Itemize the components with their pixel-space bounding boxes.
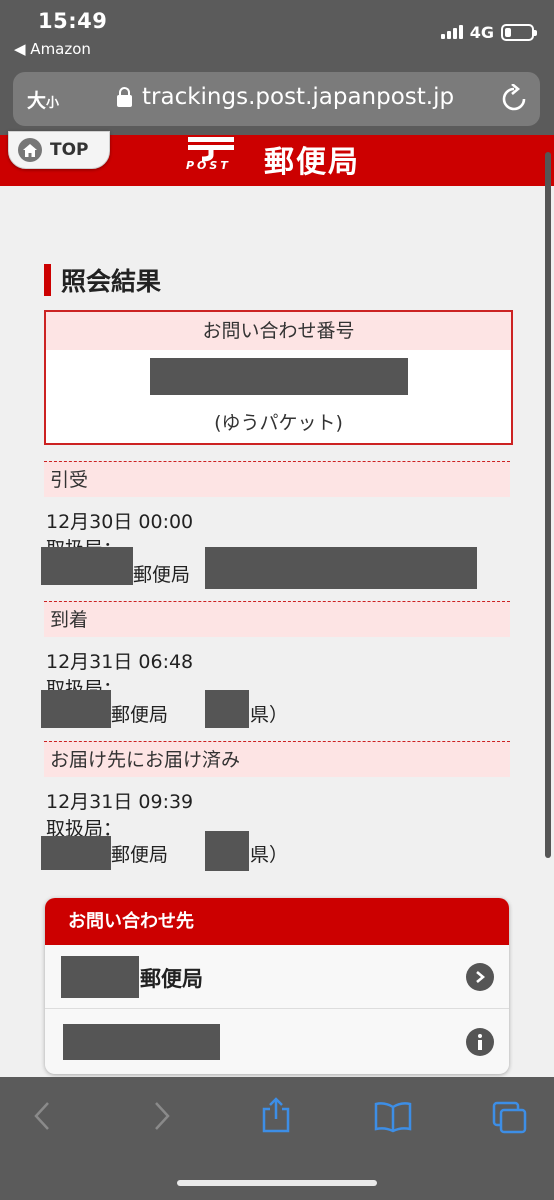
reload-icon[interactable] [500, 84, 528, 114]
service-type: (ゆうパケット) [214, 412, 343, 434]
office-suffix: 郵便局 [111, 844, 169, 866]
tracking-number-redacted [150, 358, 408, 395]
bookmarks-icon[interactable] [374, 1101, 412, 1133]
event-datetime: 12月30日 00:00 [46, 511, 194, 533]
chevron-right-icon[interactable] [466, 963, 494, 991]
network-type: 4G [469, 22, 494, 42]
share-icon[interactable] [260, 1097, 292, 1133]
office-name-redacted [41, 690, 111, 728]
event-datetime: 12月31日 06:48 [46, 651, 194, 673]
logo-text: 郵便局 [264, 145, 360, 180]
office-suffix: 郵便局 [111, 704, 169, 726]
contact-detail-redacted [63, 1024, 220, 1060]
contact-office-name-redacted [61, 956, 139, 998]
event-status-accepted: 引受 [44, 461, 510, 497]
battery-icon [501, 23, 537, 41]
site-header: TOP POST 郵便局 [0, 131, 554, 186]
lock-icon [117, 87, 132, 107]
top-button[interactable]: TOP [8, 131, 110, 169]
contact-office-row[interactable]: 郵便局 [45, 945, 509, 1009]
office-name-redacted [41, 547, 133, 585]
url-display[interactable]: trackings.post.japanpost.jp [117, 84, 454, 110]
office-detail-redacted [205, 547, 477, 589]
signal-icon [440, 25, 463, 39]
contact-heading: お問い合わせ先 [45, 898, 509, 945]
event-datetime: 12月31日 09:39 [46, 791, 194, 813]
forward-icon[interactable] [152, 1101, 172, 1131]
office-name-redacted [41, 836, 111, 870]
prefecture-suffix: 県） [250, 844, 289, 866]
prefecture-redacted [205, 831, 249, 871]
contact-office-suffix: 郵便局 [140, 967, 203, 991]
home-icon [18, 138, 42, 162]
prefecture-redacted [205, 690, 249, 728]
address-bar[interactable]: 大小 trackings.post.japanpost.jp [13, 72, 540, 126]
top-button-label: TOP [50, 140, 89, 160]
text-size-button[interactable]: 大小 [27, 86, 59, 113]
inquiry-number-box: お問い合わせ番号 (ゆうパケット) [44, 310, 513, 445]
page-scrollbar[interactable] [545, 152, 551, 858]
status-time: 15:49 [38, 9, 108, 33]
logo-post-text: POST [186, 159, 231, 172]
office-suffix: 郵便局 [133, 564, 191, 586]
browser-chrome-top: 15:49 ◀ Amazon 4G 大小 trackings.post.japa… [0, 0, 554, 135]
tabs-icon[interactable] [492, 1101, 528, 1135]
event-status-arrived: 到着 [44, 601, 510, 637]
prefecture-suffix: 県） [250, 704, 289, 726]
contact-detail-row[interactable] [45, 1009, 509, 1073]
contact-card: お問い合わせ先 郵便局 [45, 898, 509, 1074]
result-section-title: 照会結果 [44, 262, 161, 298]
event-status-delivered: お届け先にお届け済み [44, 741, 510, 777]
back-to-app-link[interactable]: ◀ Amazon [14, 40, 91, 58]
status-indicators: 4G [440, 22, 537, 42]
info-icon[interactable] [466, 1028, 494, 1056]
url-text: trackings.post.japanpost.jp [142, 84, 455, 110]
back-icon[interactable] [32, 1101, 52, 1131]
home-indicator[interactable] [177, 1180, 377, 1186]
title-accent-bar [44, 264, 51, 296]
page-title: 照会結果 [61, 267, 162, 296]
inquiry-number-label: お問い合わせ番号 [46, 312, 511, 350]
